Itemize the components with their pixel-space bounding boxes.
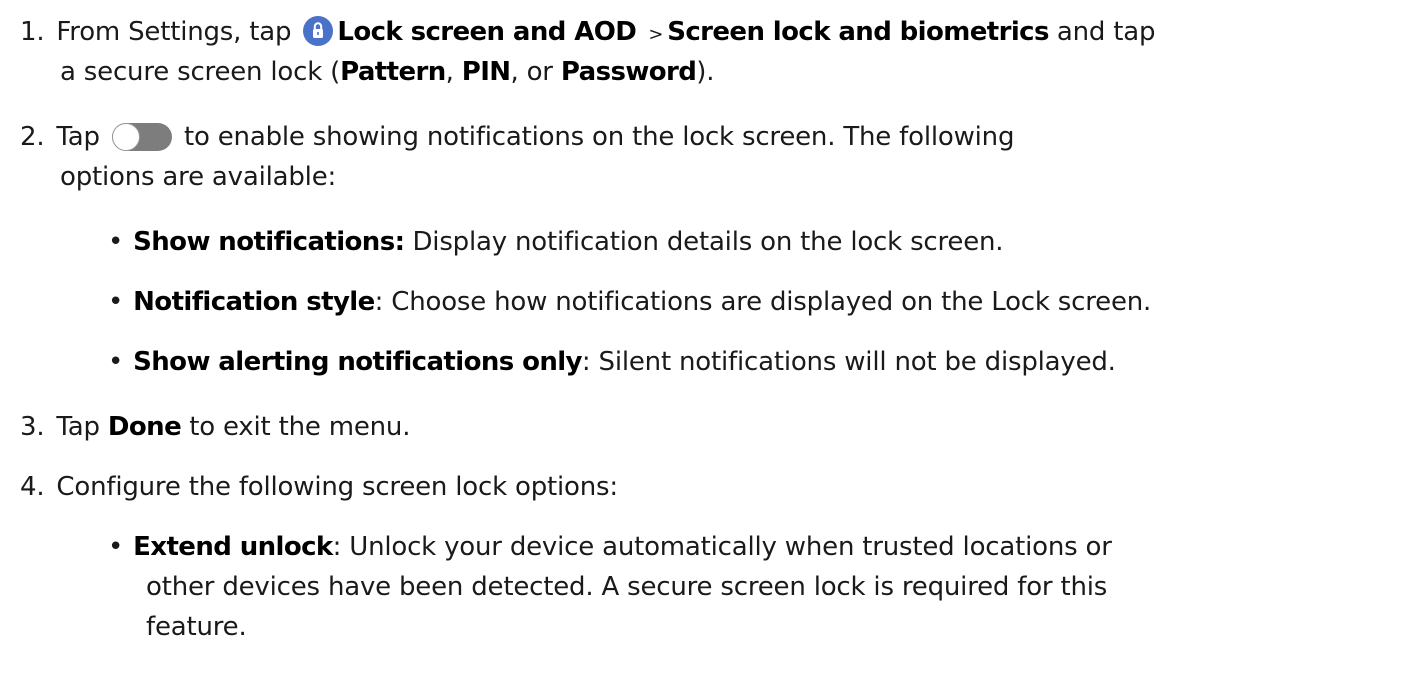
step-4-line-1: 4. Configure the following screen lock op… [20, 467, 618, 507]
option-password: Password [560, 57, 697, 87]
step-text: ). [696, 57, 715, 87]
bullet-text: other devices have been detected. A secu… [146, 572, 1108, 602]
step-number: 3. [20, 412, 45, 442]
step-text: Tap [56, 412, 100, 442]
bullet-extend-unlock: • Extend unlock: Unlock your device autom… [108, 527, 1112, 567]
bullet-extend-unlock-line-3: feature. [146, 607, 247, 647]
step-number: 1. [20, 17, 45, 47]
step-3-line-1: 3. Tap Done to exit the menu. [20, 407, 410, 447]
menu-path-screen-lock: Screen lock and biometrics [667, 17, 1049, 47]
bullet-show-notifications: • Show notifications: Display notificatio… [108, 222, 1004, 262]
bullet-label: Notification style [133, 287, 375, 317]
bullet-label: Extend unlock [133, 532, 333, 562]
lock-icon [303, 16, 334, 46]
toggle-switch-icon [111, 123, 172, 151]
step-text: to enable showing notifications on the l… [184, 122, 1015, 152]
step-number: 4. [20, 472, 45, 502]
bullet-text: feature. [146, 612, 247, 642]
step-1-line-2: a secure screen lock (Pattern, PIN, or P… [60, 52, 714, 92]
toggle-knob [111, 123, 140, 151]
step-text: , [445, 57, 454, 87]
step-text: to exit the menu. [189, 412, 411, 442]
step-text: a secure screen lock ( [60, 57, 341, 87]
step-1-line-1: 1. From Settings, tap Lock screen and AOD… [20, 12, 1156, 55]
bullet-icon: • [108, 287, 124, 317]
bullet-extend-unlock-line-2: other devices have been detected. A secu… [146, 567, 1107, 607]
step-text: , or [510, 57, 553, 87]
bullet-icon: • [108, 532, 124, 562]
bullet-text: : Silent notifications will not be displ… [581, 347, 1116, 377]
step-text: and tap [1056, 17, 1156, 47]
step-2-line-2: options are available: [60, 157, 336, 197]
step-text: From Settings, tap [56, 17, 292, 47]
step-text: Tap [56, 122, 100, 152]
option-pattern: Pattern [340, 57, 446, 87]
bullet-text: Display notification details on the lock… [412, 227, 1004, 257]
menu-path-lock-screen: Lock screen and AOD [337, 17, 637, 47]
step-2-line-1: 2. Tap to enable showing notifications on… [20, 117, 1014, 157]
option-pin: PIN [461, 57, 511, 87]
bullet-label: Show notifications: [133, 227, 405, 257]
bullet-icon: • [108, 227, 124, 257]
step-text: options are available: [60, 162, 337, 192]
bullet-notification-style: • Notification style: Choose how notifica… [108, 282, 1151, 322]
instructions-document: 1. From Settings, tap Lock screen and AOD… [0, 0, 1424, 685]
step-number: 2. [20, 122, 45, 152]
path-separator: > [648, 24, 664, 45]
bullet-icon: • [108, 347, 124, 377]
done-label: Done [107, 412, 182, 442]
bullet-show-alerting: • Show alerting notifications only: Silen… [108, 342, 1116, 382]
bullet-text: : Choose how notifications are displayed… [374, 287, 1152, 317]
bullet-text: : Unlock your device automatically when … [332, 532, 1112, 562]
step-text: Configure the following screen lock opti… [56, 472, 618, 502]
bullet-label: Show alerting notifications only [133, 347, 582, 377]
